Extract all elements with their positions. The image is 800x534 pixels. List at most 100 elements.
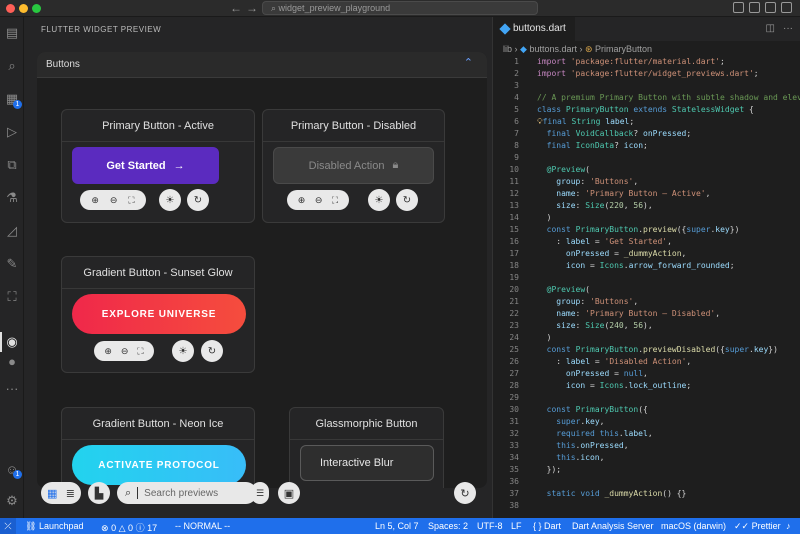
problems-status[interactable]: ⊗ 0 △ 0 ⓘ 17 [101, 521, 157, 534]
scan-icon[interactable]: ⛶ [4, 289, 20, 305]
close-window-button[interactable] [6, 4, 15, 13]
eol-status[interactable]: LF [511, 521, 522, 531]
glassmorphic-button-preview[interactable]: Interactive Blur [300, 445, 434, 481]
indentation-status[interactable]: Spaces: 2 [428, 521, 468, 531]
restart-icon: ↻ [460, 487, 470, 500]
restart-icon[interactable]: ↻ [396, 189, 418, 211]
search-icon[interactable]: ⌕ [4, 58, 20, 74]
toggle-panel-icon[interactable] [749, 2, 760, 13]
class-icon: ⊛ [584, 44, 593, 54]
restart-all-button[interactable]: ↻ [454, 482, 476, 504]
zoom-controls: ⊕ ⊖ ⛶ [94, 341, 154, 361]
back-arrow-icon[interactable]: ← [230, 1, 242, 15]
status-bar: ⤫ ⛓ Launchpad ⊗ 0 △ 0 ⓘ 17 -- NORMAL -- … [0, 518, 800, 534]
gradient-button-neon-preview[interactable]: ACTIVATE PROTOCOL [72, 445, 246, 485]
document-icon: ▙ [94, 487, 104, 500]
fit-screen-icon[interactable]: ⛶ [128, 195, 134, 206]
gradient-button-sunset-preview[interactable]: EXPLORE UNIVERSE [72, 294, 246, 334]
zoom-in-icon[interactable]: ⊕ [91, 195, 99, 206]
zoom-controls: ⊕ ⊖ ⛶ [287, 190, 349, 210]
widget-preview-panel: FLUTTER WIDGET PREVIEW Buttons ⌃ Primary… [24, 17, 492, 518]
zoom-in-icon[interactable]: ⊕ [104, 346, 112, 357]
settings-gear-icon[interactable]: ⚙ [4, 493, 20, 509]
info-icon: ⓘ [135, 523, 145, 533]
flutter-icon[interactable]: ◿ [4, 223, 20, 239]
fit-screen-icon[interactable]: ⛶ [332, 195, 338, 206]
split-editor-icon[interactable]: ◫ [766, 23, 775, 34]
brightness-toggle-icon[interactable]: ☀ [172, 340, 194, 362]
warning-icon: △ [118, 523, 126, 533]
forward-arrow-icon[interactable]: → [246, 1, 258, 15]
restart-icon[interactable]: ↻ [201, 340, 223, 362]
save-snapshot-button[interactable]: ▣ [278, 482, 300, 504]
panel-title: FLUTTER WIDGET PREVIEW [41, 25, 162, 34]
more-icon[interactable]: ··· [4, 380, 20, 396]
platform-status[interactable]: macOS (darwin) [661, 521, 726, 531]
search-box: ⌕ Search previews [117, 482, 257, 504]
group-header[interactable]: Buttons ⌃ [37, 52, 487, 78]
chevron-up-icon[interactable]: ⌃ [464, 56, 473, 69]
layout-controls [733, 2, 792, 14]
preview-card-sunset-glow: Gradient Button - Sunset Glow EXPLORE UN… [61, 256, 255, 373]
list-view-icon[interactable]: ≣ [66, 487, 75, 500]
restart-icon[interactable]: ↻ [187, 189, 209, 211]
run-debug-icon[interactable]: ▷ [4, 124, 20, 140]
card-title: Gradient Button - Neon Ice [92, 418, 224, 430]
widget-preview-icon[interactable]: ◉ [4, 334, 20, 350]
brightness-toggle-icon[interactable]: ☀ [368, 189, 390, 211]
disabled-button-preview: Disabled Action 🔒︎ [273, 147, 434, 184]
breadcrumb: lib › ◆ buttons.dart › ⊛ PrimaryButton [503, 44, 653, 54]
extensions-badge: 1 [13, 100, 22, 109]
preview-group: Buttons ⌃ Primary Button - Active Get St… [37, 52, 487, 488]
group-label: Buttons [46, 59, 80, 70]
preview-card-primary-disabled: Primary Button - Disabled Disabled Actio… [262, 109, 445, 223]
snapshot-icon: ▣ [283, 487, 295, 500]
zoom-out-icon[interactable]: ⊖ [121, 346, 129, 357]
dart-file-icon [499, 23, 511, 35]
analysis-server-status[interactable]: Dart Analysis Server [572, 521, 654, 531]
card-title: Glassmorphic Button [315, 418, 418, 430]
zoom-window-button[interactable] [32, 4, 41, 13]
customize-layout-icon[interactable] [781, 2, 792, 13]
brightness-toggle-icon[interactable]: ☀ [159, 189, 181, 211]
account-icon[interactable]: ☺ 1 [4, 461, 22, 479]
grid-view-icon[interactable]: ▦ [47, 487, 57, 500]
zoom-in-icon[interactable]: ⊕ [298, 195, 306, 206]
testing-icon[interactable]: ⚗ [4, 190, 20, 206]
cursor-position[interactable]: Ln 5, Col 7 [375, 521, 419, 531]
language-status[interactable]: { } Dart [533, 521, 561, 531]
primary-button-preview[interactable]: Get Started → [72, 147, 219, 184]
minimize-window-button[interactable] [19, 4, 28, 13]
search-input[interactable]: Search previews [144, 488, 249, 499]
github-icon[interactable]: ● [4, 353, 20, 369]
command-center-search[interactable]: ⌕ widget_preview_playground [262, 1, 538, 15]
filter-file-button[interactable]: ▙ [88, 482, 110, 504]
more-actions-icon[interactable]: ··· [783, 23, 793, 34]
toggle-secondary-sidebar-icon[interactable] [765, 2, 776, 13]
prettier-status[interactable]: ✓✓ Prettier [734, 521, 781, 532]
filter-icon: ☰ [255, 487, 265, 498]
encoding-status[interactable]: UTF-8 [477, 521, 503, 531]
branch-status[interactable]: ⛓ Launchpad [25, 521, 83, 532]
pen-icon[interactable]: ✎ [4, 256, 20, 272]
zoom-out-icon[interactable]: ⊖ [110, 195, 118, 206]
code-editor: buttons.dart ◫ ··· lib › ◆ buttons.dart … [492, 17, 800, 518]
remote-explorer-icon[interactable]: ⧉ [4, 157, 20, 173]
remote-indicator-icon[interactable]: ⤫ [0, 518, 16, 534]
arrow-forward-icon: → [173, 159, 185, 172]
activity-bar: ▤ ⌕ ▦ 1 ▷ ⧉ ⚗ ◿ ✎ ⛶ ◉ ● ··· ☺ 1 ⚙ [0, 17, 24, 518]
card-title: Gradient Button - Sunset Glow [83, 267, 233, 279]
toggle-sidebar-icon[interactable] [733, 2, 744, 13]
preview-card-glassmorphic: Glassmorphic Button Interactive Blur [289, 407, 444, 488]
view-mode-toggle: ▦ ≣ [41, 482, 81, 504]
search-icon: ⌕ [125, 486, 132, 499]
tab-buttons-dart[interactable]: buttons.dart [493, 17, 575, 41]
filter-button[interactable]: ☰ [251, 482, 269, 504]
explorer-icon[interactable]: ▤ [4, 25, 20, 41]
preview-card-neon-ice: Gradient Button - Neon Ice ACTIVATE PROT… [61, 407, 255, 488]
extensions-icon[interactable]: ▦ 1 [4, 91, 22, 109]
fit-screen-icon[interactable]: ⛶ [137, 346, 143, 357]
dart-file-icon: ◆ [520, 44, 527, 54]
notifications-bell-icon[interactable]: ♪ [786, 521, 791, 531]
zoom-out-icon[interactable]: ⊖ [315, 195, 323, 206]
